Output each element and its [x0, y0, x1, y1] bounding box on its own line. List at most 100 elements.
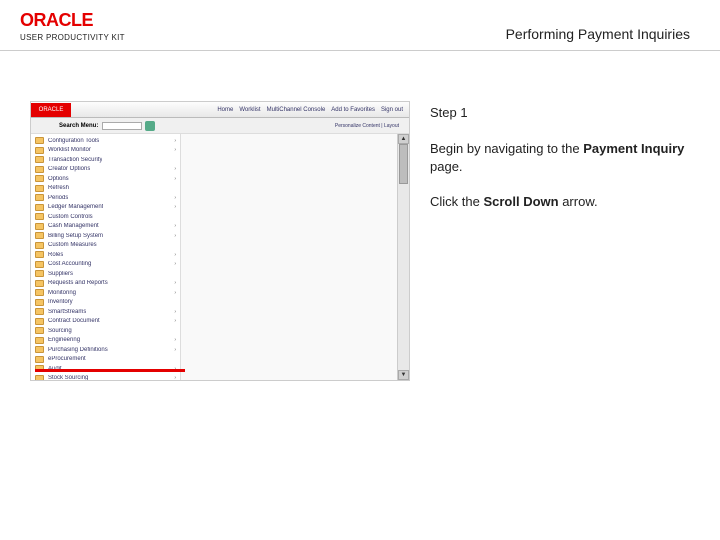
vertical-scrollbar: ▲ ▼	[397, 134, 409, 380]
brand-logo: ORACLE	[20, 10, 125, 31]
app-top-nav: Home Worklist MultiChannel Console Add t…	[217, 107, 409, 113]
folder-icon	[35, 213, 44, 220]
sidebar-item-label: Monitoring	[48, 290, 76, 296]
sidebar-item[interactable]: Roles›	[31, 250, 180, 260]
nav-link-signout[interactable]: Sign out	[381, 107, 403, 113]
sidebar-item-label: eProcurement	[48, 356, 86, 362]
folder-icon	[35, 242, 44, 249]
sidebar-item[interactable]: eProcurement	[31, 355, 180, 365]
chevron-right-icon: ›	[174, 347, 176, 353]
sidebar-item-label: Ledger Management	[48, 204, 103, 210]
chevron-right-icon: ›	[174, 290, 176, 296]
chevron-right-icon: ›	[174, 337, 176, 343]
sidebar-item-label: SmartStreams	[48, 309, 86, 315]
chevron-right-icon: ›	[174, 223, 176, 229]
inst1-pre: Begin by navigating to the	[430, 141, 583, 156]
sidebar-item-label: Sourcing	[48, 328, 72, 334]
folder-icon	[35, 223, 44, 230]
chevron-right-icon: ›	[174, 176, 176, 182]
personalize-link[interactable]: Personalize Content | Layout	[335, 123, 405, 129]
chevron-right-icon: ›	[174, 261, 176, 267]
sidebar-item[interactable]: Ledger Management ›	[31, 203, 180, 213]
step-label: Step 1	[430, 105, 690, 120]
folder-icon	[35, 375, 44, 380]
app-screenshot: ORACLE Home Worklist MultiChannel Consol…	[30, 101, 410, 381]
sidebar-item[interactable]: Custom Controls	[31, 212, 180, 222]
folder-icon	[35, 156, 44, 163]
sidebar-item-label: Contract Document	[48, 318, 100, 324]
sidebar-item[interactable]: Monitoring ›	[31, 288, 180, 298]
sidebar-item[interactable]: Custom Measures	[31, 241, 180, 251]
scroll-up-arrow[interactable]: ▲	[398, 134, 409, 144]
sidebar-item[interactable]: Requests and Reports ›	[31, 279, 180, 289]
search-input[interactable]	[102, 122, 142, 130]
sidebar-item[interactable]: Creator Options›	[31, 165, 180, 175]
chevron-right-icon: ›	[174, 204, 176, 210]
chevron-right-icon: ›	[174, 280, 176, 286]
sidebar-item[interactable]: SmartStreams ›	[31, 307, 180, 317]
sidebar-item[interactable]: Billing Setup System ›	[31, 231, 180, 241]
sidebar-item[interactable]: Purchasing Definitions›	[31, 345, 180, 355]
sidebar-item[interactable]: Cash Management›	[31, 222, 180, 232]
sidebar-item[interactable]: Transaction Security	[31, 155, 180, 165]
folder-icon	[35, 289, 44, 296]
sidebar-item[interactable]: Inventory	[31, 298, 180, 308]
folder-icon	[35, 318, 44, 325]
inst1-bold: Payment Inquiry	[583, 141, 684, 156]
folder-icon	[35, 270, 44, 277]
folder-icon	[35, 147, 44, 154]
app-body: Configuration Tools›Worklist Monitor›Tra…	[31, 134, 409, 380]
nav-link-multichannel[interactable]: MultiChannel Console	[267, 107, 326, 113]
sidebar-item[interactable]: Refresh	[31, 184, 180, 194]
sidebar-item[interactable]: Options›	[31, 174, 180, 184]
sidebar-item[interactable]: Stock Sourcing›	[31, 374, 180, 381]
sidebar-menu: Configuration Tools›Worklist Monitor›Tra…	[31, 134, 181, 380]
sidebar-item[interactable]: Suppliers	[31, 269, 180, 279]
sidebar-item-label: Billing Setup System	[48, 233, 103, 239]
chevron-right-icon: ›	[174, 138, 176, 144]
app-header-bar: ORACLE Home Worklist MultiChannel Consol…	[31, 102, 409, 118]
sidebar-item[interactable]: Engineering›	[31, 336, 180, 346]
instruction-panel: Step 1 Begin by navigating to the Paymen…	[430, 101, 690, 381]
nav-link-home[interactable]: Home	[217, 107, 233, 113]
sidebar-item[interactable]: Contract Document ›	[31, 317, 180, 327]
chevron-right-icon: ›	[174, 166, 176, 172]
folder-icon	[35, 166, 44, 173]
sidebar-item-label: Inventory	[48, 299, 73, 305]
sidebar-item[interactable]: Configuration Tools›	[31, 136, 180, 146]
search-row: Search Menu: Personalize Content | Layou…	[31, 118, 409, 134]
sidebar-item[interactable]: Periods›	[31, 193, 180, 203]
search-go-button[interactable]	[145, 121, 155, 131]
sidebar-item[interactable]: Cost Accounting ›	[31, 260, 180, 270]
scroll-down-arrow[interactable]: ▼	[398, 370, 409, 380]
sidebar-item-label: Cost Accounting	[48, 261, 91, 267]
nav-link-favorites[interactable]: Add to Favorites	[331, 107, 375, 113]
folder-icon	[35, 185, 44, 192]
folder-icon	[35, 308, 44, 315]
sidebar-item-label: Roles	[48, 252, 63, 258]
sidebar-item-label: Requests and Reports	[48, 280, 108, 286]
search-label: Search Menu:	[59, 123, 98, 129]
sidebar-item[interactable]: Worklist Monitor›	[31, 146, 180, 156]
page-title: Performing Payment Inquiries	[506, 26, 690, 42]
app-brand-logo: ORACLE	[31, 103, 71, 117]
brand-block: ORACLE USER PRODUCTIVITY KIT	[20, 10, 125, 42]
chevron-right-icon: ›	[174, 309, 176, 315]
chevron-right-icon: ›	[174, 233, 176, 239]
highlight-indicator	[35, 369, 185, 372]
nav-link-worklist[interactable]: Worklist	[239, 107, 260, 113]
sidebar-item[interactable]: Sourcing	[31, 326, 180, 336]
chevron-right-icon: ›	[174, 375, 176, 380]
sidebar-item-label: Suppliers	[48, 271, 73, 277]
folder-icon	[35, 280, 44, 287]
page-header: ORACLE USER PRODUCTIVITY KIT Performing …	[0, 0, 720, 51]
scroll-thumb[interactable]	[399, 144, 408, 184]
folder-icon	[35, 337, 44, 344]
inst2-post: arrow.	[559, 194, 598, 209]
brand-subtitle: USER PRODUCTIVITY KIT	[20, 33, 125, 42]
chevron-right-icon: ›	[174, 147, 176, 153]
inst2-pre: Click the	[430, 194, 483, 209]
chevron-right-icon: ›	[174, 318, 176, 324]
chevron-right-icon: ›	[174, 195, 176, 201]
folder-icon	[35, 251, 44, 258]
